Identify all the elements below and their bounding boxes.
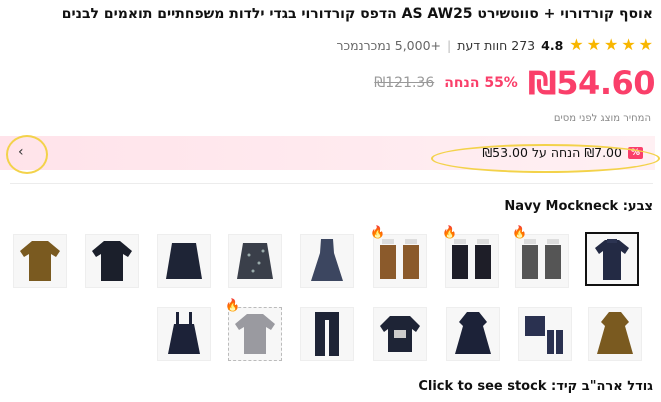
shirt-icon [20,241,60,281]
color-swatch-navy-mockneck[interactable] [585,232,639,286]
overalls-icon [452,239,491,279]
rating-row: ★ ★ ★ ★ ★ 4.8 273 חוות דעת | +5,000 נמכר… [336,37,653,53]
divider [10,183,653,184]
pinafore-icon [168,312,200,354]
star-rating[interactable]: ★ ★ ★ ★ ★ [569,37,653,53]
star-icon: ★ [638,35,653,54]
overalls-icon [522,239,561,279]
promo-banner[interactable]: % ₪7.00 הנחה על ₪53.00 ‹ [0,136,655,170]
color-swatch-brown-dress[interactable] [588,307,642,361]
dress-icon [455,312,491,354]
color-swatch-navy-pants[interactable] [300,307,354,361]
product-panel: אוסף קורדורוי + סווטשירט AS AW25 הדפס קו… [0,0,661,402]
star-icon: ★ [603,35,619,54]
chevron-left-icon[interactable]: ‹ [18,144,24,160]
color-swatch-floral-skirt[interactable] [228,234,282,288]
dress-icon [311,239,343,281]
star-icon: ★ [569,35,584,54]
tax-note: המחיר מוצג לפני מסים [553,113,651,124]
color-swatch-navy-sweatshirt[interactable] [373,307,427,361]
overalls-icon [380,239,419,279]
hot-icon: 🔥 [512,225,527,239]
color-swatch-grey-overalls[interactable]: 🔥 [512,225,569,288]
pants-icon [315,312,339,356]
outfit-icon [525,316,563,354]
color-swatch-brown-shirt[interactable] [13,234,67,288]
star-icon: ★ [586,35,601,54]
size-label[interactable]: גודל ארה"ב קיד: Click to see stock [418,379,653,394]
product-title: אוסף קורדורוי + סווטשירט AS AW25 הדפס קו… [61,6,653,22]
hot-icon: 🔥 [442,225,457,239]
color-swatch-black-overalls[interactable]: 🔥 [442,225,499,288]
color-label: צבע: Navy Mockneck [504,199,653,214]
dress-icon [597,312,633,354]
promo-content: % ₪7.00 הנחה על ₪53.00 [482,145,643,160]
skirt-icon [237,243,273,279]
hot-icon: 🔥 [370,225,385,239]
current-price: ₪54.60 [527,64,656,102]
color-swatch-grey-sweater[interactable]: 🔥 [225,298,282,361]
separator: | [447,37,452,53]
shirt-icon [92,241,132,281]
price-row: ₪54.60 55% הנחה ₪121.36 [374,64,655,102]
color-swatch-navy-set[interactable] [518,307,572,361]
star-icon: ★ [621,35,636,54]
promo-text: ₪7.00 הנחה על ₪53.00 [482,145,622,160]
color-swatch-denim-dress[interactable] [300,234,354,288]
discount-label: 55% הנחה [444,75,518,91]
color-swatch-navy-skirt[interactable] [157,234,211,288]
color-swatch-navy-pinafore[interactable] [157,307,211,361]
rating-value: 4.8 [541,37,564,53]
sold-count: +5,000 נמכרנמכר [336,37,442,53]
percent-badge-icon: % [627,146,643,159]
hot-icon: 🔥 [225,298,240,312]
skirt-icon [166,243,202,279]
sweater-icon [595,239,629,280]
sweatshirt-icon [380,316,420,352]
color-swatch-brown-overalls[interactable]: 🔥 [370,225,427,288]
sweater-icon [235,314,275,354]
review-count[interactable]: 273 חוות דעת [457,38,535,53]
original-price: ₪121.36 [374,75,435,91]
color-swatch-navy-dress[interactable] [446,307,500,361]
color-swatch-black-shirt[interactable] [85,234,139,288]
